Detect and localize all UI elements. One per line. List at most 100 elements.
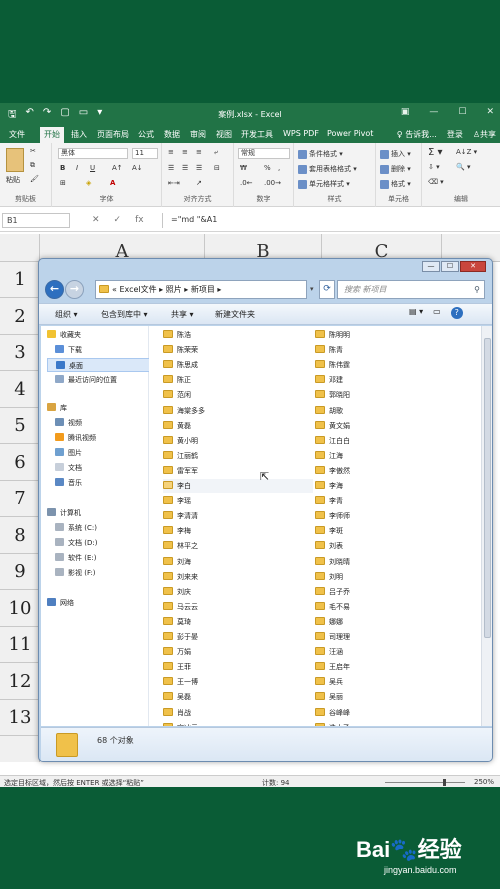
zoom-slider[interactable] — [385, 782, 465, 783]
tab-home[interactable]: 开始 — [40, 127, 64, 143]
fill-color-icon[interactable]: ◈ — [86, 179, 91, 187]
select-all-corner[interactable] — [0, 234, 40, 262]
bold-button[interactable]: B — [60, 164, 65, 172]
align-center-icon[interactable]: ☰ — [182, 164, 188, 172]
row-header[interactable]: 12 — [0, 664, 40, 700]
folder-item[interactable]: 李白 — [163, 479, 313, 493]
row-header[interactable]: 11 — [0, 627, 40, 663]
folder-item[interactable]: 林平之 — [163, 539, 313, 553]
back-button[interactable]: ← — [45, 280, 64, 299]
indent-icon[interactable]: ⇤⇥ — [168, 179, 180, 187]
folder-item[interactable]: 江丽鹤 — [163, 449, 313, 463]
folder-item[interactable]: 雷军军 — [163, 464, 313, 478]
italic-button[interactable]: I — [76, 164, 78, 172]
folder-item[interactable]: 陈荣荣 — [163, 343, 313, 357]
folder-item[interactable]: 黄磊 — [163, 419, 313, 433]
organize-menu[interactable]: 组织 ▾ — [55, 309, 78, 320]
nav-pictures[interactable]: 图片 — [55, 446, 163, 460]
folder-item[interactable]: 陈浩 — [163, 328, 313, 342]
align-right-icon[interactable]: ☰ — [196, 164, 202, 172]
format-painter-icon[interactable]: 🖌 — [30, 175, 39, 183]
nav-library[interactable]: 库 — [47, 401, 155, 415]
maximize-button[interactable]: ☐ — [458, 107, 466, 117]
folder-item[interactable]: 李瑶 — [163, 494, 313, 508]
folder-item[interactable]: 黄小明 — [163, 434, 313, 448]
folder-item[interactable]: 刘来来 — [163, 570, 313, 584]
sort-filter-icon[interactable]: A↓Z ▾ — [456, 148, 477, 156]
folder-item[interactable]: 范闲 — [163, 388, 313, 402]
cut-icon[interactable]: ✂ — [30, 147, 36, 155]
folder-item[interactable]: 陈正 — [163, 373, 313, 387]
insert-function-icon[interactable]: fx — [135, 215, 144, 225]
row-header[interactable]: 13 — [0, 700, 40, 736]
folder-item[interactable]: 李青 — [315, 494, 465, 508]
nav-videos[interactable]: 视频 — [55, 416, 163, 430]
font-name-select[interactable]: 黑体 — [58, 148, 128, 159]
enter-icon[interactable]: ✓ — [114, 215, 122, 225]
forward-button[interactable]: → — [65, 280, 84, 299]
folder-item[interactable]: 刘晓晴 — [315, 555, 465, 569]
find-select-icon[interactable]: 🔍 ▾ — [456, 163, 470, 171]
row-header[interactable]: 10 — [0, 591, 40, 627]
nav-drive-e[interactable]: 软件 (E:) — [55, 551, 163, 565]
nav-tencent-video[interactable]: 腾讯视频 — [55, 431, 163, 445]
folder-list-scrollbar[interactable] — [481, 326, 492, 726]
folder-item[interactable]: 李梅 — [163, 524, 313, 538]
address-bar[interactable]: « Excel文件 ▸ 照片 ▸ 新项目 ▸ — [95, 280, 307, 299]
folder-item[interactable]: 刘表 — [315, 539, 465, 553]
close-button[interactable]: ✕ — [486, 107, 494, 117]
nav-music[interactable]: 音乐 — [55, 476, 163, 490]
folder-item[interactable]: 马云云 — [163, 600, 313, 614]
wrap-text-icon[interactable]: ⤶ — [214, 148, 218, 157]
shrink-font-icon[interactable]: A↓ — [132, 164, 143, 172]
folder-item[interactable]: 陈明明 — [315, 328, 465, 342]
font-size-select[interactable]: 11 — [132, 148, 158, 159]
new-folder-button[interactable]: 新建文件夹 — [215, 309, 255, 320]
tab-wps-pdf[interactable]: WPS PDF — [283, 129, 319, 138]
explorer-minimize-button[interactable]: — — [422, 261, 440, 272]
nav-favorites[interactable]: 收藏夹 — [47, 328, 155, 342]
row-header[interactable]: 6 — [0, 445, 40, 481]
folder-item[interactable]: 司理理 — [315, 630, 465, 644]
folder-item[interactable]: 刘明 — [315, 570, 465, 584]
nav-network[interactable]: 网络 — [47, 596, 155, 610]
folder-item[interactable]: 谷峰峰 — [315, 706, 465, 720]
merge-icon[interactable]: ⊟ — [214, 164, 220, 172]
folder-item[interactable]: 郭晓阳 — [315, 388, 465, 402]
include-in-library-menu[interactable]: 包含到库中 ▾ — [101, 309, 148, 320]
nav-recent[interactable]: 最近访问的位置 — [55, 373, 163, 387]
folder-item[interactable]: 毛不易 — [315, 600, 465, 614]
nav-drive-d[interactable]: 文档 (D:) — [55, 536, 163, 550]
cancel-icon[interactable]: ✕ — [92, 215, 100, 225]
folder-item[interactable]: 江白白 — [315, 434, 465, 448]
folder-item[interactable]: 陈思成 — [163, 358, 313, 372]
folder-item[interactable]: 莫琦 — [163, 615, 313, 629]
folder-item[interactable]: 汪涵 — [315, 645, 465, 659]
folder-item[interactable]: 造小乙 — [315, 721, 465, 726]
folder-item[interactable]: 吕子乔 — [315, 585, 465, 599]
nav-desktop[interactable]: 桌面 — [47, 358, 155, 372]
tab-data[interactable]: 数据 — [164, 129, 180, 140]
folder-item[interactable]: 万娟 — [163, 645, 313, 659]
folder-item[interactable]: 海棠多多 — [163, 404, 313, 418]
tell-me-search[interactable]: ♀ 告诉我... — [397, 129, 437, 140]
row-header[interactable]: 9 — [0, 554, 40, 590]
tab-insert[interactable]: 插入 — [71, 129, 87, 140]
paste-button[interactable]: 粘贴 — [6, 175, 20, 185]
autosum-icon[interactable]: Σ ▾ — [428, 147, 443, 158]
folder-item[interactable]: 王菲 — [163, 660, 313, 674]
align-bottom-icon[interactable]: ≡ — [196, 148, 202, 156]
tab-power-pivot[interactable]: Power Pivot — [327, 129, 373, 138]
format-cells-button[interactable]: 格式 ▾ — [380, 179, 411, 189]
folder-item[interactable]: 刘海 — [163, 555, 313, 569]
folder-item[interactable]: 吴磊 — [163, 690, 313, 704]
folder-item[interactable]: 肖战 — [163, 706, 313, 720]
nav-drive-c[interactable]: 系统 (C:) — [55, 521, 163, 535]
folder-item[interactable]: 彭于晏 — [163, 630, 313, 644]
folder-item[interactable]: 王一博 — [163, 675, 313, 689]
row-header[interactable]: 2 — [0, 299, 40, 335]
percent-button[interactable]: % — [264, 164, 271, 172]
folder-item[interactable]: 陈伟霆 — [315, 358, 465, 372]
folder-item[interactable]: 李师师 — [315, 509, 465, 523]
explorer-maximize-button[interactable]: ☐ — [441, 261, 459, 272]
